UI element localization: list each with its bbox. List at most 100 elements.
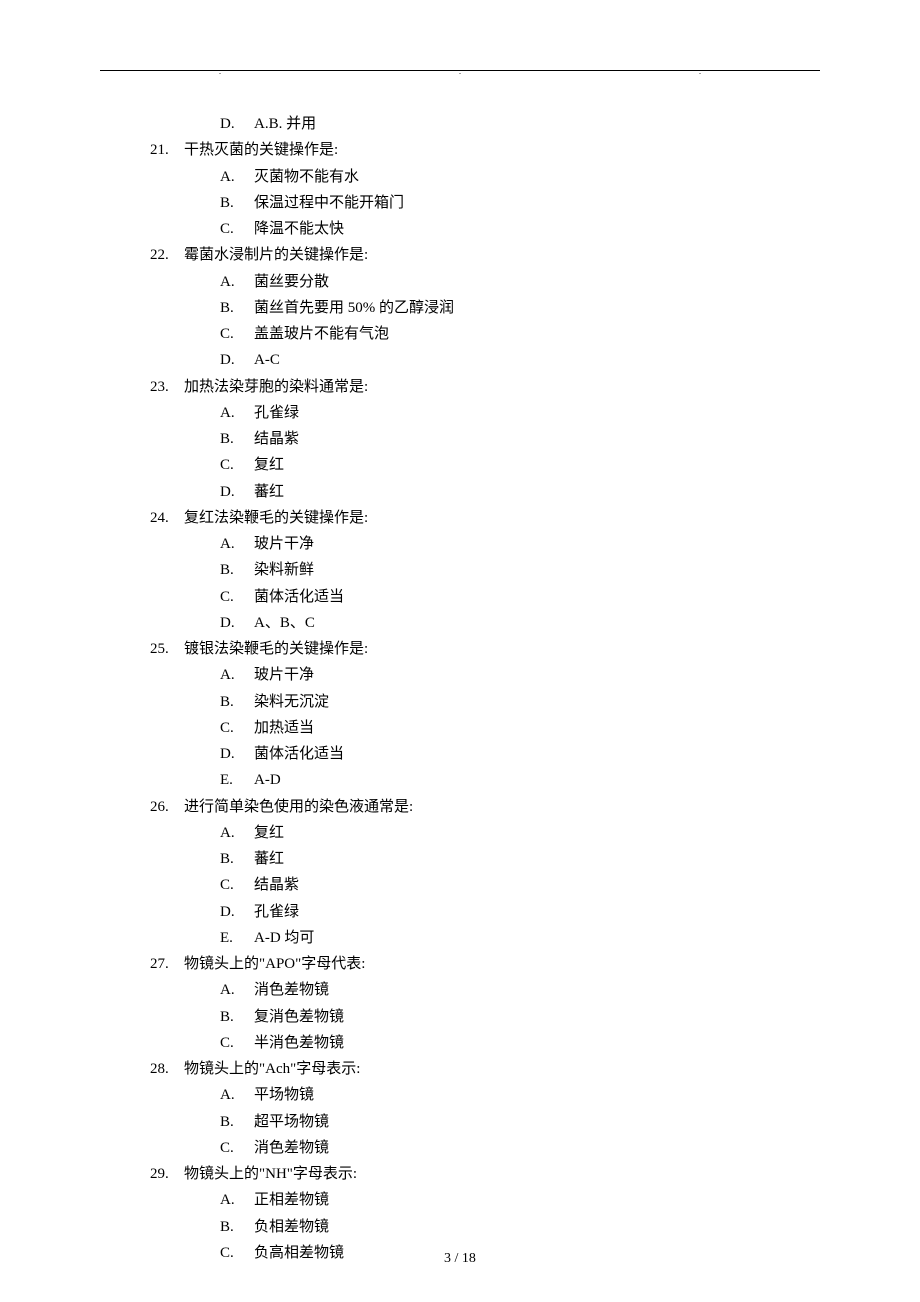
option-text: 孔雀绿 [254,400,299,426]
option: E. A-D [220,767,820,793]
option-letter: E. [220,767,254,793]
options-list: A.菌丝要分散B.菌丝首先要用 50% 的乙醇浸润C.盖盖玻片不能有气泡D.A-… [150,269,820,374]
option-letter: B. [220,1214,254,1240]
option: B.超平场物镜 [220,1109,820,1135]
question-number: 25. [150,636,184,662]
question-number: 21. [150,137,184,163]
option-letter: B. [220,1109,254,1135]
option: D.菌体活化适当 [220,741,820,767]
option-letter: D. [220,899,254,925]
header-rule: ... [100,70,820,71]
option-text: 复红 [254,820,284,846]
question-stem: 24.复红法染鞭毛的关键操作是: [150,505,820,531]
option: D.A.B. 并用 [220,111,820,137]
option-letter: C. [220,1135,254,1161]
option-letter: B. [220,426,254,452]
option: A.平场物镜 [220,1082,820,1108]
option-letter: C. [220,715,254,741]
option: A.消色差物镜 [220,977,820,1003]
question-number: 24. [150,505,184,531]
option: B.负相差物镜 [220,1214,820,1240]
header-dots: ... [100,67,820,76]
options-list: A.灭菌物不能有水B.保温过程中不能开箱门C.降温不能太快 [150,164,820,243]
question: 25.镀银法染鞭毛的关键操作是:A.玻片干净B.染料无沉淀C.加热适当D.菌体活… [150,636,820,794]
question-text: 复红法染鞭毛的关键操作是: [184,505,368,531]
option: C.降温不能太快 [220,216,820,242]
option-letter: B. [220,689,254,715]
options-list: A.消色差物镜B.复消色差物镜C.半消色差物镜 [150,977,820,1056]
option-letter: C. [220,872,254,898]
question-stem: 27.物镜头上的"APO"字母代表: [150,951,820,977]
option-letter: D. [220,610,254,636]
options-list: A.玻片干净B.染料无沉淀C.加热适当D.菌体活化适当E. A-D [150,662,820,793]
option-text: A-D [254,767,281,793]
question-stem: 22.霉菌水浸制片的关键操作是: [150,242,820,268]
option-text: 平场物镜 [254,1082,314,1108]
option-text: 消色差物镜 [254,1135,329,1161]
option-letter: D. [220,111,254,137]
question: D.A.B. 并用 [150,111,820,137]
option-text: 蕃红 [254,846,284,872]
option-text: A-D 均可 [254,925,314,951]
question-text: 镀银法染鞭毛的关键操作是: [184,636,368,662]
option-text: 超平场物镜 [254,1109,329,1135]
option-letter: C. [220,452,254,478]
option: A.菌丝要分散 [220,269,820,295]
option-text: 结晶紫 [254,872,299,898]
question-stem: 23.加热法染芽胞的染料通常是: [150,374,820,400]
option-text: 保温过程中不能开箱门 [254,190,404,216]
option-letter: A. [220,1187,254,1213]
option: C.菌体活化适当 [220,584,820,610]
option: B.蕃红 [220,846,820,872]
question: 23.加热法染芽胞的染料通常是:A.孔雀绿B.结晶紫C.复红D.蕃红 [150,374,820,505]
question-number: 23. [150,374,184,400]
option-text: A、B、C [254,610,315,636]
option: C.半消色差物镜 [220,1030,820,1056]
option-text: A-C [254,347,280,373]
question: 22.霉菌水浸制片的关键操作是:A.菌丝要分散B.菌丝首先要用 50% 的乙醇浸… [150,242,820,373]
content-area: D.A.B. 并用21.干热灭菌的关键操作是:A.灭菌物不能有水B.保温过程中不… [100,111,820,1266]
question-number: 29. [150,1161,184,1187]
options-list: A.平场物镜B.超平场物镜C.消色差物镜 [150,1082,820,1161]
page-number: 3 / 18 [444,1251,476,1266]
question: 28.物镜头上的"Ach"字母表示:A.平场物镜B.超平场物镜C.消色差物镜 [150,1056,820,1161]
question-text: 干热灭菌的关键操作是: [184,137,338,163]
option: A.复红 [220,820,820,846]
option: D.孔雀绿 [220,899,820,925]
option-text: 菌体活化适当 [254,741,344,767]
question-text: 物镜头上的"Ach"字母表示: [184,1056,360,1082]
question-number: 26. [150,794,184,820]
option-text: 加热适当 [254,715,314,741]
option: C.结晶紫 [220,872,820,898]
option: A.玻片干净 [220,662,820,688]
question-text: 物镜头上的"NH"字母表示: [184,1161,357,1187]
page-footer: 3 / 18 [0,1251,920,1267]
option: A.正相差物镜 [220,1187,820,1213]
question-text: 加热法染芽胞的染料通常是: [184,374,368,400]
option: C.复红 [220,452,820,478]
question-number: 28. [150,1056,184,1082]
option-letter: A. [220,820,254,846]
option-letter: B. [220,557,254,583]
option: C.消色差物镜 [220,1135,820,1161]
question-stem: 21.干热灭菌的关键操作是: [150,137,820,163]
option-letter: B. [220,190,254,216]
option-text: 降温不能太快 [254,216,344,242]
option-letter: A. [220,164,254,190]
option: C.盖盖玻片不能有气泡 [220,321,820,347]
option: B.染料新鲜 [220,557,820,583]
option-letter: A. [220,662,254,688]
option-letter: B. [220,846,254,872]
option-letter: A. [220,531,254,557]
option-letter: C. [220,216,254,242]
option: A.玻片干净 [220,531,820,557]
option-letter: C. [220,584,254,610]
question-stem: 29.物镜头上的"NH"字母表示: [150,1161,820,1187]
option-text: 负相差物镜 [254,1214,329,1240]
option-text: 染料新鲜 [254,557,314,583]
option-text: 染料无沉淀 [254,689,329,715]
option: B.菌丝首先要用 50% 的乙醇浸润 [220,295,820,321]
question-number: 27. [150,951,184,977]
option-text: 半消色差物镜 [254,1030,344,1056]
option-letter: B. [220,1004,254,1030]
